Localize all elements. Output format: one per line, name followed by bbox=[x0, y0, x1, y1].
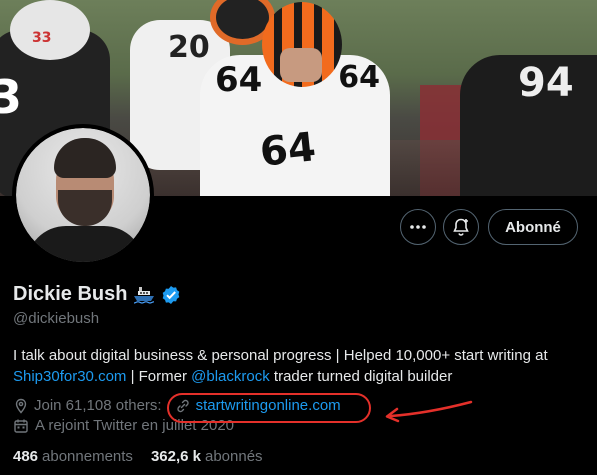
arrow-icon bbox=[385, 400, 473, 423]
calendar-icon bbox=[14, 419, 28, 433]
banner-player: 94 bbox=[460, 55, 597, 196]
verified-icon bbox=[163, 285, 180, 304]
bio-mention-blackrock[interactable]: @blackrock bbox=[191, 368, 270, 385]
followers-count[interactable]: 362,6 k abonnés bbox=[151, 448, 263, 465]
location-icon bbox=[15, 398, 27, 414]
banner-helmet: 33 bbox=[10, 0, 90, 60]
banner-face bbox=[280, 48, 322, 82]
location-text: Join 61,108 others: bbox=[34, 397, 162, 414]
profile-bio: I talk about digital business & personal… bbox=[13, 347, 548, 385]
ship-icon bbox=[134, 286, 155, 304]
profile-handle: @dickiebush bbox=[13, 310, 100, 327]
website-highlight-outline bbox=[167, 393, 371, 423]
more-icon bbox=[410, 225, 426, 229]
bio-link-ship30[interactable]: Ship30for30.com bbox=[13, 368, 126, 385]
profile-counts: 486 abonnements 362,6 k abonnés bbox=[13, 448, 263, 465]
avatar[interactable] bbox=[12, 124, 154, 266]
more-button[interactable] bbox=[400, 209, 436, 245]
notification-bell-icon bbox=[453, 218, 469, 236]
notifications-button[interactable] bbox=[443, 209, 479, 245]
profile-name: Dickie Bush bbox=[13, 283, 181, 306]
following-count[interactable]: 486 abonnements bbox=[13, 448, 133, 465]
following-button[interactable]: Abonné bbox=[488, 209, 578, 245]
display-name: Dickie Bush bbox=[13, 283, 128, 305]
